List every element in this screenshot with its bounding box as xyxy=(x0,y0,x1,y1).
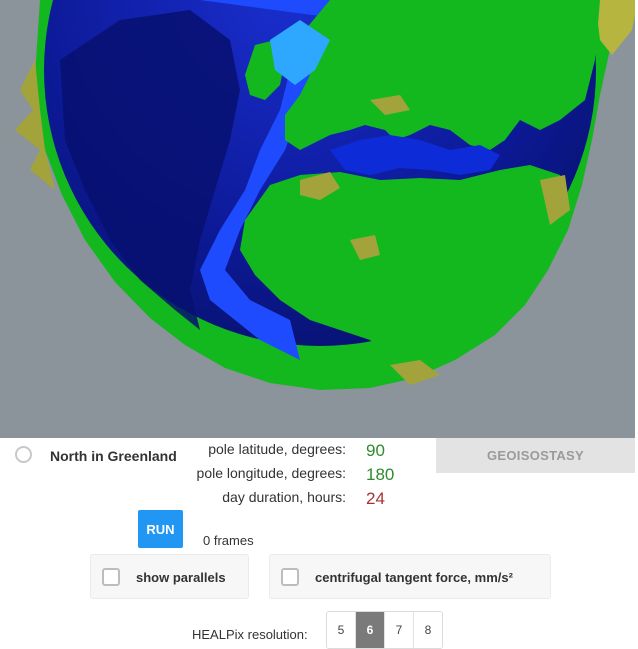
pole-longitude-value[interactable]: 180 xyxy=(366,465,394,485)
healpix-resolution-label: HEALPix resolution: xyxy=(192,627,308,642)
centrifugal-force-option[interactable]: centrifugal tangent force, mm/s² xyxy=(269,554,551,599)
healpix-option-5[interactable]: 5 xyxy=(327,612,356,648)
show-parallels-label: show parallels xyxy=(136,570,226,585)
frames-counter: 0 frames xyxy=(203,533,254,548)
day-duration-label: day duration, hours: xyxy=(222,489,346,505)
day-duration-value[interactable]: 24 xyxy=(366,489,385,509)
centrifugal-force-label: centrifugal tangent force, mm/s² xyxy=(315,570,513,585)
run-button[interactable]: RUN xyxy=(138,510,183,548)
geoisostasy-button[interactable]: GEOISOSTASY xyxy=(436,438,635,473)
globe-viewport[interactable] xyxy=(0,0,635,438)
healpix-option-7[interactable]: 7 xyxy=(385,612,414,648)
globe-render[interactable] xyxy=(0,0,635,438)
north-in-greenland-radio[interactable] xyxy=(15,446,32,463)
pole-longitude-label: pole longitude, degrees: xyxy=(196,465,346,481)
pole-latitude-value[interactable]: 90 xyxy=(366,441,385,461)
healpix-resolution-selector[interactable]: 5 6 7 8 xyxy=(326,611,443,649)
pole-latitude-label: pole latitude, degrees: xyxy=(208,441,346,457)
show-parallels-option[interactable]: show parallels xyxy=(90,554,249,599)
healpix-option-6[interactable]: 6 xyxy=(356,612,385,648)
healpix-option-8[interactable]: 8 xyxy=(414,612,442,648)
show-parallels-checkbox[interactable] xyxy=(102,568,120,586)
centrifugal-force-checkbox[interactable] xyxy=(281,568,299,586)
north-in-greenland-label: North in Greenland xyxy=(50,448,177,464)
